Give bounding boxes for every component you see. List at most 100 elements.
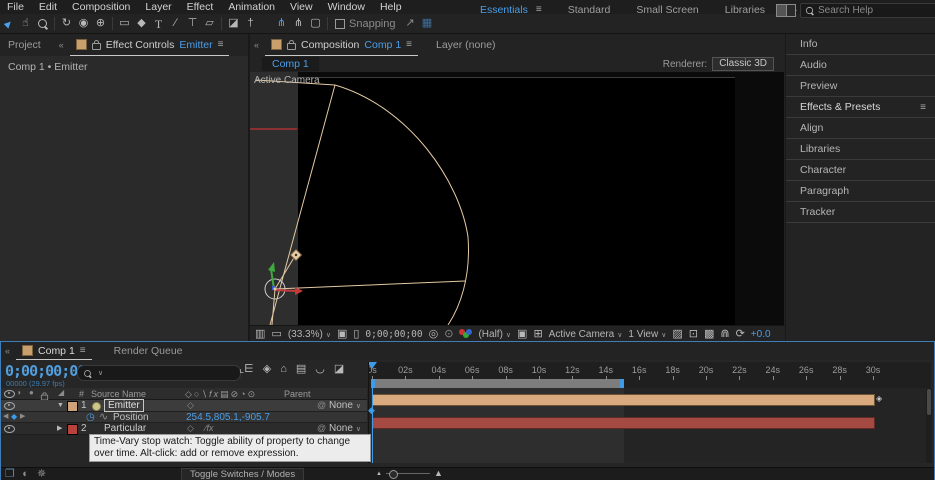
sidebar-item-tracker[interactable]: Tracker — [786, 202, 935, 223]
panel-menu-icon[interactable]: ≡ — [406, 39, 412, 50]
show-snapshot-icon[interactable]: ⊙ — [444, 328, 453, 340]
collapse-switch-icon[interactable]: ◇ — [187, 424, 194, 433]
tab-timeline-comp1[interactable]: Comp 1 ≡ — [16, 342, 92, 360]
collapse-chevron-icon[interactable]: « — [59, 40, 64, 50]
property-value[interactable]: 254.5,805.1,-905.7 — [186, 412, 270, 423]
clone-stamp-tool-button[interactable]: ⊤ — [184, 16, 201, 31]
roto-brush-tool-button[interactable]: ◪ — [225, 16, 242, 31]
menu-item-composition[interactable]: Composition — [72, 1, 130, 13]
snapping-checkbox[interactable] — [335, 18, 345, 29]
composition-viewport[interactable]: Active Camera — [250, 72, 784, 325]
collapse-chevron-icon[interactable]: « — [254, 40, 259, 50]
tab-layer[interactable]: Layer (none) — [436, 39, 496, 51]
source-name-column-label[interactable]: Source Name — [91, 389, 146, 399]
playhead-line[interactable] — [372, 388, 373, 463]
motion-blur-status-icon[interactable]: ◖ — [21, 469, 28, 480]
eraser-tool-button[interactable]: ▱ — [201, 16, 218, 31]
local-axis-mode-button[interactable]: ⋔ — [273, 16, 290, 31]
fast-previews-icon[interactable]: ▣ — [517, 328, 527, 340]
menu-item-edit[interactable]: Edit — [39, 1, 57, 13]
menu-item-file[interactable]: File — [7, 1, 24, 13]
rulers-icon[interactable]: ▣ — [337, 328, 347, 340]
reset-exposure-icon[interactable]: ⋒ — [720, 328, 729, 340]
region-of-interest-icon[interactable]: ▯ — [353, 328, 359, 340]
sidebar-item-info[interactable]: Info — [786, 34, 935, 55]
parent-column-label[interactable]: Parent — [284, 389, 311, 399]
zoom-slider-track[interactable] — [385, 470, 430, 479]
renderer-button[interactable]: Classic 3D — [712, 57, 774, 71]
rotate-tool-button[interactable]: ↻ — [58, 16, 75, 31]
workspace-tab-libraries[interactable]: Libraries — [725, 4, 765, 16]
transparency-grid-icon[interactable]: ⊞ — [533, 328, 542, 340]
sidebar-item-align[interactable]: Align — [786, 118, 935, 139]
shy-layers-icon[interactable]: ▤ — [296, 364, 306, 375]
sidebar-item-libraries[interactable]: Libraries — [786, 139, 935, 160]
sidebar-item-audio[interactable]: Audio — [786, 55, 935, 76]
sidebar-item-effects-presets[interactable]: Effects & Presets ≡ — [786, 97, 935, 118]
parent-pickwhip-icon[interactable]: @ — [317, 401, 326, 410]
search-options-chevron-icon[interactable]: ∨ — [98, 369, 103, 377]
text-tool-button[interactable]: T — [150, 16, 167, 31]
mask-feather-button[interactable]: ▦ — [419, 16, 436, 31]
view-layout-dropdown[interactable]: 1 View ∨ — [628, 329, 666, 340]
sidebar-item-paragraph[interactable]: Paragraph — [786, 181, 935, 202]
zoom-out-mountain-icon[interactable]: ▲ — [376, 471, 382, 477]
workspace-menu-icon[interactable]: ≡ — [536, 4, 542, 15]
layer-row-emitter[interactable]: ▼ 1 Emitter ◇ @ None ∨ — [1, 399, 367, 412]
menu-item-effect[interactable]: Effect — [187, 1, 214, 13]
expander-icon[interactable]: ▼ — [57, 402, 64, 409]
prev-keyframe-icon[interactable]: ◀ — [3, 413, 8, 420]
layer-name[interactable]: Emitter — [104, 399, 144, 412]
work-area-bar[interactable] — [371, 379, 624, 388]
timeline-scrollbar[interactable] — [926, 388, 932, 463]
world-axis-mode-button[interactable]: ⋔ — [290, 16, 307, 31]
frame-blending-icon[interactable]: ◡ — [315, 364, 325, 375]
comp-viewer-tab[interactable]: Comp 1 — [262, 57, 319, 71]
snapshot-icon[interactable]: ◎ — [429, 328, 439, 340]
menu-item-view[interactable]: View — [290, 1, 313, 13]
panel-menu-icon[interactable]: ≡ — [218, 39, 224, 50]
stopwatch-icon[interactable]: ◷ — [86, 412, 95, 423]
layer-bar-particular[interactable] — [372, 417, 875, 429]
collapse-switch-icon[interactable]: ◇ — [187, 401, 194, 410]
zoom-tool-button[interactable] — [34, 16, 51, 31]
menu-item-window[interactable]: Window — [328, 1, 365, 13]
pixel-aspect-icon[interactable]: ▨ — [672, 328, 682, 340]
frame-blend-status-icon[interactable]: ❐ — [5, 469, 15, 480]
timeline-button-icon[interactable]: ⊡ — [689, 328, 698, 340]
panel-menu-icon[interactable]: ≡ — [920, 102, 926, 113]
workspace-tab-small-screen[interactable]: Small Screen — [636, 4, 698, 16]
eye-icon[interactable] — [4, 402, 15, 410]
viewport-timecode[interactable]: 0;00;00;00 — [365, 329, 422, 340]
camera-hood-icon[interactable]: ⌂ — [280, 364, 287, 375]
pan-behind-tool-button[interactable]: ⊕ — [92, 16, 109, 31]
parent-dropdown[interactable]: None ∨ — [329, 400, 363, 411]
expander-icon[interactable]: ▶ — [57, 425, 62, 432]
toggle-switches-modes-button[interactable]: Toggle Switches / Modes — [181, 468, 305, 480]
view-axis-mode-button[interactable]: ▢ — [307, 16, 324, 31]
brush-tool-button[interactable]: ∕ — [167, 16, 184, 31]
layer-bar-emitter[interactable] — [372, 394, 875, 406]
zoom-in-mountain-icon[interactable]: ▲ — [434, 469, 443, 478]
panel-toggle-icon[interactable] — [776, 4, 796, 17]
channels-icon[interactable] — [459, 329, 473, 339]
monitor-icon[interactable]: ▭ — [271, 328, 281, 340]
camera-tool-button[interactable]: ◉ — [75, 16, 92, 31]
menu-item-layer[interactable]: Layer — [145, 1, 171, 13]
shape-tool-button[interactable]: ▭ — [116, 16, 133, 31]
label-color-swatch[interactable] — [67, 424, 78, 435]
zoom-slider-knob[interactable] — [388, 470, 398, 479]
timeline-zoom-control[interactable]: ▲ ▲ — [376, 469, 443, 479]
time-ruler[interactable]: 0s 02s 04s 06s 08s 10s 12s 14s 16s 18s 20s 22s 24s 26… — [368, 362, 931, 388]
comp-flowchart-icon[interactable]: ▩ — [704, 328, 714, 340]
parent-dropdown[interactable]: None ∨ — [329, 423, 363, 434]
sidebar-item-character[interactable]: Character — [786, 160, 935, 181]
track-area[interactable]: ◈ ◆ Activate Windows Go to PC settings t… — [368, 388, 931, 463]
exposure-value[interactable]: +0.0 — [751, 329, 771, 340]
eye-icon[interactable] — [4, 425, 15, 433]
draft-3d-icon[interactable]: ◈ — [263, 364, 271, 375]
menu-item-animation[interactable]: Animation — [228, 1, 275, 13]
brainstorm-status-icon[interactable]: ✵ — [37, 469, 46, 480]
scrollbar-thumb[interactable] — [927, 389, 931, 415]
workspace-tab-standard[interactable]: Standard — [568, 4, 611, 16]
